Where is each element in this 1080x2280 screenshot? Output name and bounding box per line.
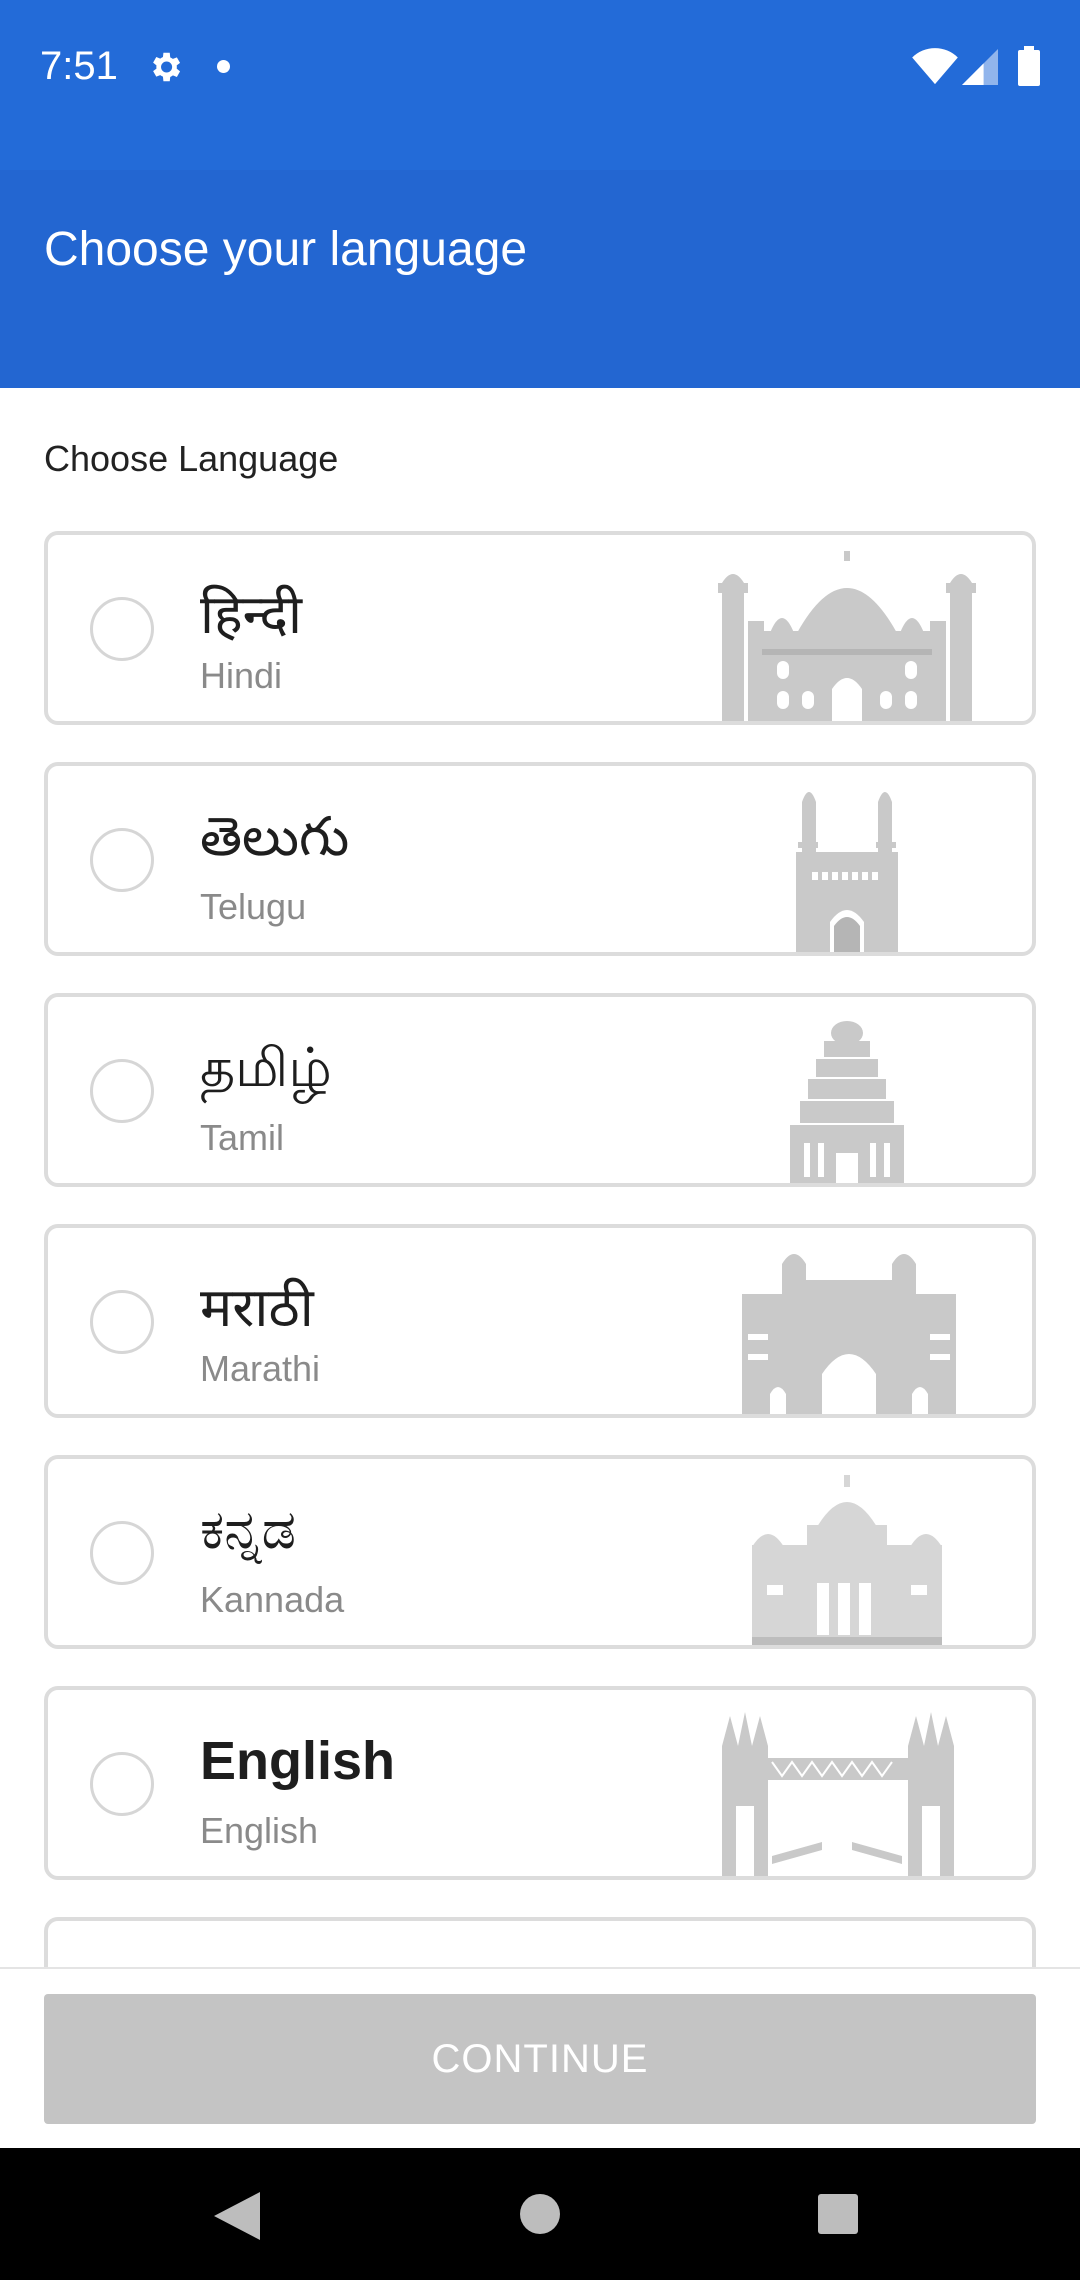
language-native-name: ಕನ್ನಡ (200, 1500, 297, 1560)
language-english-name: Marathi (200, 1348, 321, 1389)
temple-gopuram-icon (790, 1021, 904, 1183)
language-native-name: தமிழ் (200, 1038, 332, 1098)
language-english-name: English (200, 1810, 319, 1851)
battery-icon (1018, 46, 1040, 86)
language-option-hindi[interactable]: हिन्दी Hindi (44, 531, 1036, 725)
language-english-name: Telugu (200, 886, 307, 927)
language-native-name: मराठी (200, 1278, 314, 1338)
radio-button[interactable] (90, 1752, 154, 1816)
language-option-kannada[interactable]: ಕನ್ನಡ Kannada (44, 1455, 1036, 1649)
back-icon[interactable] (214, 2192, 260, 2240)
language-option-more[interactable] (44, 1917, 1036, 1968)
language-list[interactable]: Choose Language हिन्दी Hindi తెలుగు Telu… (0, 388, 1080, 1968)
charminar-icon (796, 792, 898, 952)
radio-button[interactable] (90, 1059, 154, 1123)
page-title: Choose your language (44, 223, 528, 276)
status-bar: 7:51 (0, 0, 1080, 170)
language-native-name: हिन्दी (200, 585, 303, 645)
gear-icon (153, 52, 181, 82)
notification-dot-icon (217, 60, 230, 73)
home-icon[interactable] (520, 2194, 560, 2234)
radio-button[interactable] (90, 1290, 154, 1354)
radio-button[interactable] (90, 1521, 154, 1585)
language-native-name: తెలుగు (200, 807, 350, 867)
radio-button[interactable] (90, 828, 154, 892)
taj-mahal-icon (718, 551, 976, 721)
language-english-name: Kannada (200, 1579, 345, 1620)
divider (0, 1967, 1080, 1969)
app-bar: Choose your language (0, 170, 1080, 388)
language-option-telugu[interactable]: తెలుగు Telugu (44, 762, 1036, 956)
continue-button[interactable]: CONTINUE (44, 1994, 1036, 2124)
navigation-bar (0, 2148, 1080, 2280)
radio-button[interactable] (90, 597, 154, 661)
status-time: 7:51 (40, 44, 118, 88)
wifi-icon (912, 48, 958, 85)
gateway-of-india-icon (742, 1254, 956, 1414)
language-english-name: Hindi (200, 655, 283, 696)
language-native-name: English (200, 1731, 396, 1791)
language-option-english[interactable]: English English (44, 1686, 1036, 1880)
tower-bridge-icon (722, 1712, 954, 1876)
section-label: Choose Language (44, 438, 339, 479)
language-option-marathi[interactable]: मराठी Marathi (44, 1224, 1036, 1418)
signal-icon (962, 49, 998, 85)
vidhana-soudha-icon (752, 1475, 942, 1645)
language-english-name: Tamil (200, 1117, 285, 1158)
language-option-tamil[interactable]: தமிழ் Tamil (44, 993, 1036, 1187)
recents-icon[interactable] (818, 2194, 858, 2234)
